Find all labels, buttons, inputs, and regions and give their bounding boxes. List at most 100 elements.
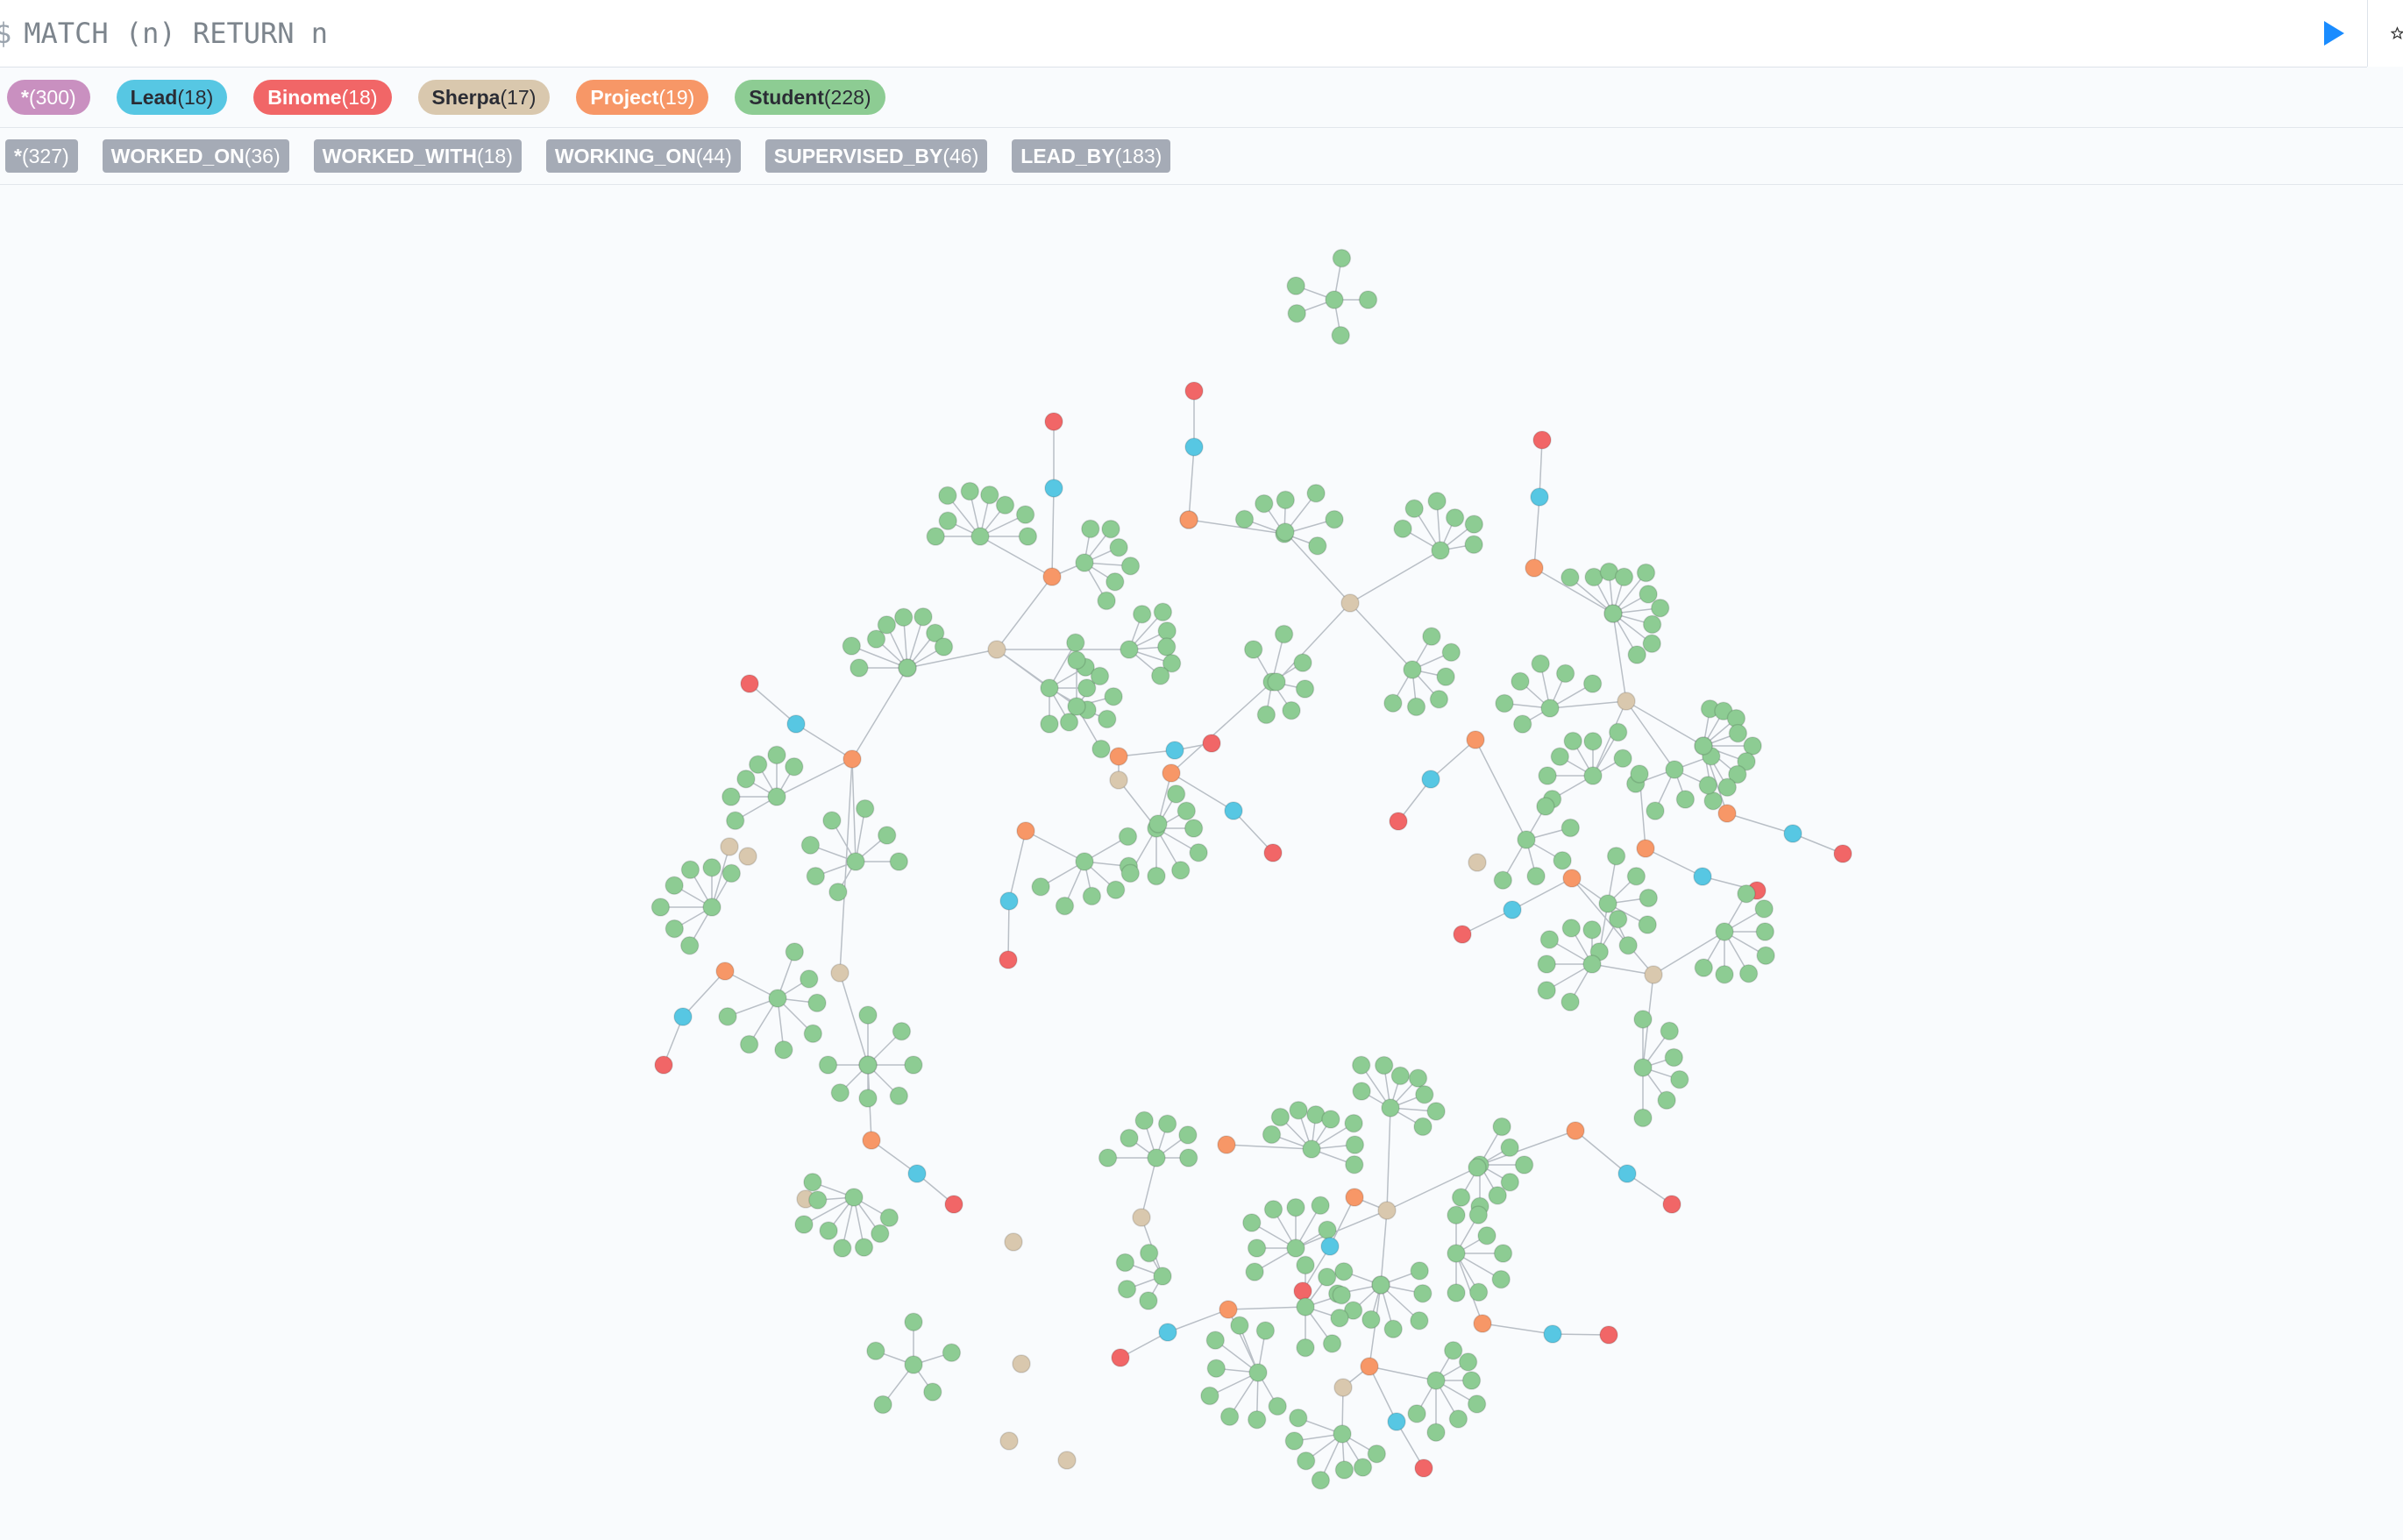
student-node[interactable] [1583, 766, 1603, 785]
lead-node[interactable] [1543, 1324, 1562, 1344]
student-node[interactable] [1633, 1108, 1653, 1128]
student-node[interactable] [1153, 1267, 1172, 1286]
student-node[interactable] [889, 852, 909, 871]
student-node[interactable] [1321, 1110, 1340, 1129]
lead-node[interactable] [1530, 487, 1549, 507]
student-node[interactable] [1325, 290, 1344, 309]
student-node[interactable] [892, 1021, 912, 1041]
student-node[interactable] [1618, 935, 1638, 955]
student-node[interactable] [1205, 1331, 1226, 1350]
label-pill-binome[interactable]: Binome (18) [253, 80, 392, 115]
student-node[interactable] [1488, 1186, 1507, 1205]
student-node[interactable] [1317, 1267, 1337, 1287]
student-node[interactable] [1633, 1010, 1653, 1029]
student-node[interactable] [866, 1341, 885, 1361]
sherpa-node[interactable] [1617, 692, 1636, 711]
student-node[interactable] [1403, 660, 1422, 679]
student-node[interactable] [1665, 760, 1684, 779]
student-node[interactable] [830, 1082, 850, 1103]
student-node[interactable] [1115, 1253, 1135, 1273]
student-node[interactable] [855, 798, 875, 819]
relationship-edge[interactable] [1380, 1210, 1388, 1286]
student-node[interactable] [879, 1208, 899, 1228]
student-node[interactable] [1606, 846, 1626, 866]
student-node[interactable] [1493, 1244, 1513, 1263]
student-node[interactable] [1067, 650, 1086, 671]
binome-node[interactable] [1293, 1281, 1312, 1301]
student-node[interactable] [1468, 1158, 1487, 1177]
student-node[interactable] [858, 1005, 878, 1025]
student-node[interactable] [1331, 325, 1350, 345]
student-node[interactable] [1627, 645, 1646, 664]
student-node[interactable] [651, 898, 671, 917]
student-node[interactable] [1407, 1404, 1426, 1423]
student-node[interactable] [1242, 1213, 1262, 1232]
student-node[interactable] [1282, 700, 1301, 720]
student-node[interactable] [1287, 303, 1306, 323]
student-node[interactable] [1091, 739, 1111, 759]
lead-node[interactable] [1320, 1237, 1340, 1256]
student-node[interactable] [1256, 705, 1276, 725]
student-node[interactable] [1443, 1341, 1463, 1360]
project-node[interactable] [1566, 1121, 1585, 1140]
project-node[interactable] [1109, 747, 1128, 766]
student-node[interactable] [1664, 1047, 1684, 1068]
sherpa-node[interactable] [1340, 593, 1360, 613]
student-node[interactable] [938, 511, 957, 531]
project-node[interactable] [1042, 567, 1062, 586]
relationship-edge[interactable] [1170, 681, 1273, 774]
student-node[interactable] [1639, 888, 1659, 908]
student-node[interactable] [1247, 1409, 1267, 1430]
student-node[interactable] [1582, 920, 1602, 940]
student-node[interactable] [1536, 797, 1555, 816]
student-node[interactable] [1447, 1205, 1466, 1225]
label-pill-student[interactable]: Student (228) [735, 80, 885, 115]
student-node[interactable] [1276, 490, 1296, 510]
student-node[interactable] [768, 989, 787, 1008]
student-node[interactable] [1148, 814, 1168, 834]
student-node[interactable] [1517, 830, 1536, 849]
student-node[interactable] [1626, 867, 1646, 886]
student-node[interactable] [1467, 1395, 1487, 1414]
relationship-edge[interactable] [1226, 1144, 1312, 1150]
student-node[interactable] [871, 1224, 890, 1244]
student-node[interactable] [702, 858, 722, 877]
student-node[interactable] [822, 811, 842, 830]
student-node[interactable] [1608, 909, 1628, 929]
student-node[interactable] [1638, 915, 1657, 934]
student-node[interactable] [718, 1007, 737, 1026]
student-node[interactable] [1413, 1283, 1433, 1303]
student-node[interactable] [1531, 654, 1550, 673]
student-node[interactable] [794, 1215, 814, 1234]
student-node[interactable] [1447, 1283, 1466, 1302]
student-node[interactable] [1410, 1261, 1429, 1281]
student-node[interactable] [1408, 1068, 1428, 1088]
binome-node[interactable] [1532, 430, 1552, 450]
student-node[interactable] [1082, 886, 1102, 906]
student-node[interactable] [722, 787, 741, 806]
sherpa-node[interactable] [720, 837, 739, 856]
student-node[interactable] [1583, 732, 1603, 751]
project-node[interactable] [1219, 1300, 1238, 1319]
lead-node[interactable] [1783, 824, 1802, 843]
label-pill-project[interactable]: Project (19) [576, 80, 709, 115]
student-node[interactable] [1451, 1188, 1471, 1207]
student-node[interactable] [1245, 1262, 1264, 1281]
project-node[interactable] [1562, 869, 1582, 888]
binome-node[interactable] [1414, 1458, 1433, 1478]
student-node[interactable] [1495, 693, 1514, 713]
student-node[interactable] [1492, 1117, 1511, 1137]
student-node[interactable] [1633, 1058, 1653, 1077]
sherpa-node[interactable] [1057, 1451, 1077, 1470]
student-node[interactable] [1361, 1309, 1381, 1330]
student-node[interactable] [739, 1034, 759, 1054]
student-node[interactable] [1104, 686, 1123, 706]
label-pill-lead[interactable]: Lead (18) [116, 80, 228, 115]
student-node[interactable] [1243, 640, 1263, 659]
student-node[interactable] [942, 1343, 962, 1363]
student-node[interactable] [1289, 1100, 1308, 1120]
student-node[interactable] [680, 860, 700, 880]
student-node[interactable] [995, 495, 1015, 515]
student-node[interactable] [1639, 585, 1658, 604]
student-node[interactable] [1383, 1319, 1403, 1339]
